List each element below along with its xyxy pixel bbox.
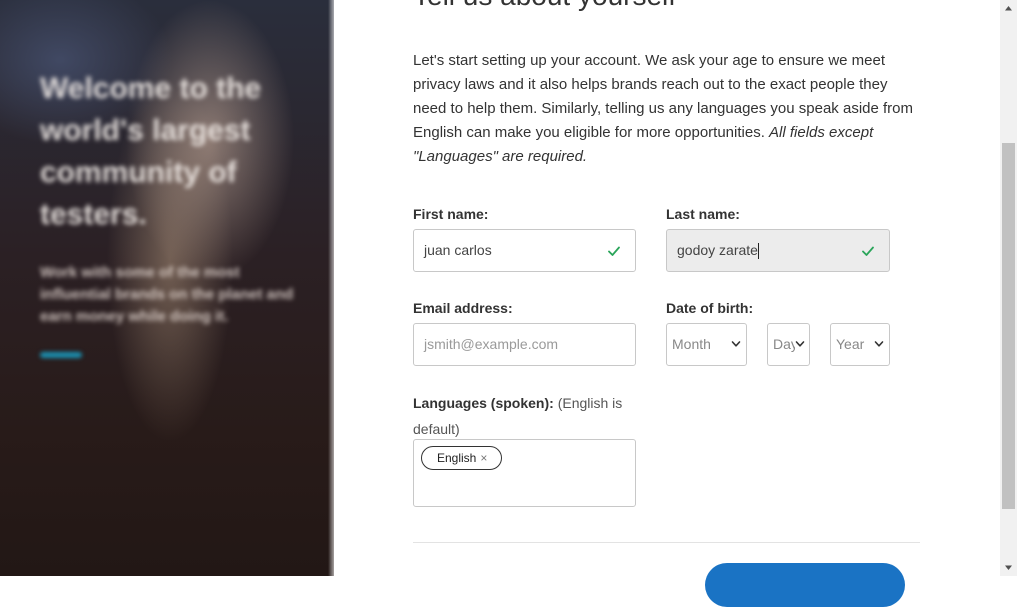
languages-label: Languages (spoken): (English is default) <box>413 390 643 442</box>
chevron-down-icon <box>874 341 884 347</box>
first-name-field[interactable]: juan carlos <box>413 229 636 272</box>
check-icon <box>608 246 620 256</box>
hero-subtitle: Work with some of the most influential b… <box>40 264 294 325</box>
page-title: Tell us about yourself <box>413 0 676 12</box>
chip-remove-icon[interactable]: × <box>480 451 487 465</box>
scrollbar-thumb[interactable] <box>1002 143 1015 509</box>
last-name-value: godoy zarate <box>677 242 758 258</box>
scroll-up-arrow-icon[interactable] <box>1004 4 1013 13</box>
dob-month-select[interactable]: Month <box>666 323 747 366</box>
languages-label-text: Languages (spoken): <box>413 395 554 411</box>
first-name-label: First name: <box>413 206 489 222</box>
dob-day-select[interactable]: Day <box>767 323 810 366</box>
email-placeholder: jsmith@example.com <box>424 336 559 352</box>
page-scrollbar[interactable] <box>1000 0 1017 576</box>
languages-input[interactable]: English × <box>413 439 636 507</box>
scroll-down-arrow-icon[interactable] <box>1004 563 1013 572</box>
first-name-value: juan carlos <box>424 242 492 258</box>
check-icon <box>862 246 874 256</box>
last-name-label: Last name: <box>666 206 740 222</box>
chevron-down-icon <box>795 339 805 349</box>
language-chip-english[interactable]: English × <box>421 446 503 470</box>
hero-title: Welcome to the world's largest community… <box>40 72 262 231</box>
form-divider <box>413 542 920 543</box>
window-edge <box>1017 0 1034 576</box>
language-chip-label: English <box>437 451 477 465</box>
email-field[interactable]: jsmith@example.com <box>413 323 636 366</box>
hero-panel: Welcome to the world's largest community… <box>0 0 334 576</box>
intro-text: Let's start setting up your account. We … <box>413 49 913 169</box>
last-name-field[interactable]: godoy zarate <box>666 229 890 272</box>
text-cursor <box>757 243 759 260</box>
dob-year-value: Year <box>836 336 865 352</box>
dob-month-value: Month <box>672 336 711 352</box>
hero-learn-more-link[interactable] <box>40 352 82 358</box>
dob-year-select[interactable]: Year <box>830 323 890 366</box>
chevron-down-icon <box>731 341 741 347</box>
continue-button[interactable] <box>705 563 905 607</box>
email-label: Email address: <box>413 300 513 316</box>
dob-label: Date of birth: <box>666 300 754 316</box>
